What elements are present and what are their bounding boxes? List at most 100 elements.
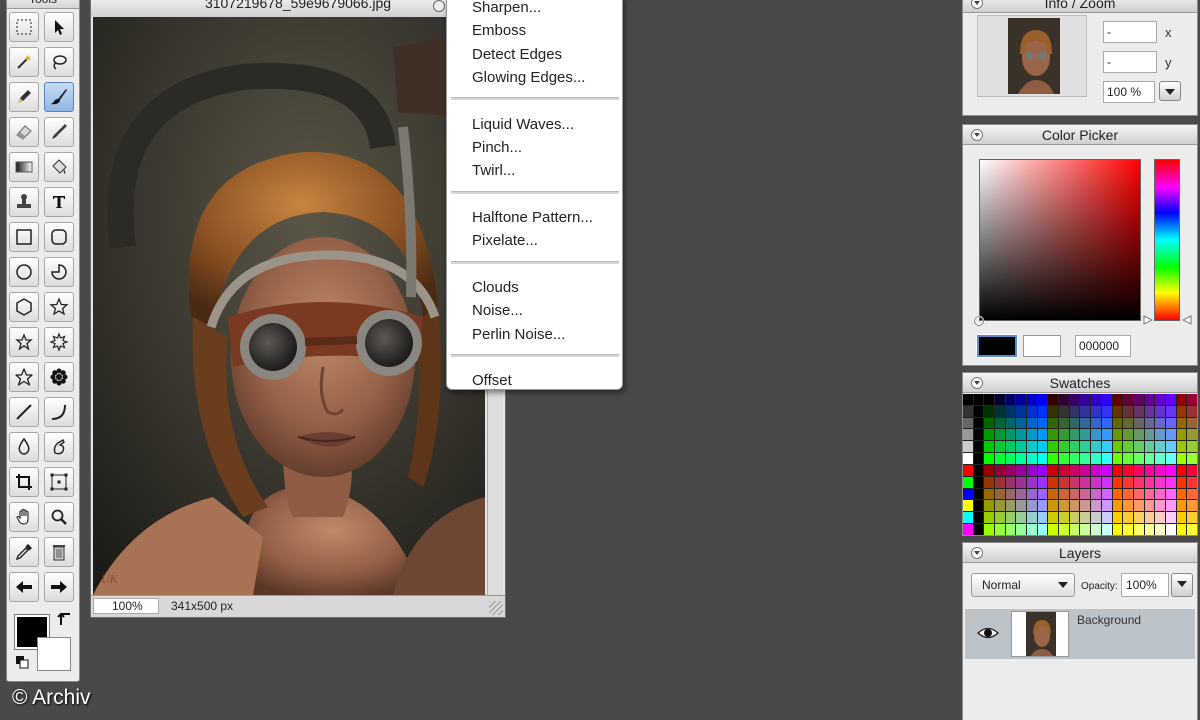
color-swatch[interactable]: [1037, 429, 1048, 441]
color-swatch[interactable]: [1069, 524, 1080, 535]
color-swatch[interactable]: [1016, 524, 1027, 535]
color-swatch[interactable]: [1016, 476, 1027, 488]
color-swatch[interactable]: [1176, 488, 1187, 500]
color-swatch[interactable]: [1155, 524, 1165, 535]
color-swatch[interactable]: [1069, 488, 1080, 500]
color-swatch[interactable]: [1187, 464, 1197, 476]
color-swatch[interactable]: [1165, 512, 1176, 524]
color-swatch[interactable]: [1144, 488, 1155, 500]
redo-tool[interactable]: [44, 572, 74, 602]
color-swatch[interactable]: [1091, 394, 1101, 405]
color-swatch[interactable]: [1069, 429, 1080, 441]
color-swatch[interactable]: [1187, 417, 1197, 429]
color-swatch[interactable]: [984, 476, 995, 488]
color-swatch[interactable]: [973, 524, 984, 535]
color-swatch[interactable]: [1069, 441, 1080, 453]
color-swatch[interactable]: [1005, 453, 1016, 464]
color-swatch[interactable]: [1027, 405, 1037, 417]
color-swatch[interactable]: [1123, 405, 1133, 417]
color-swatch[interactable]: [1165, 488, 1176, 500]
brush-tool[interactable]: [44, 82, 74, 112]
color-swatch[interactable]: [1005, 394, 1016, 405]
color-swatch[interactable]: [1037, 405, 1048, 417]
color-swatch[interactable]: [963, 453, 973, 464]
color-swatch[interactable]: [984, 394, 995, 405]
color-swatch[interactable]: [1112, 429, 1123, 441]
color-swatch[interactable]: [963, 500, 973, 512]
color-swatch[interactable]: [1155, 394, 1165, 405]
color-swatch[interactable]: [1080, 405, 1091, 417]
rounded-rectangle-tool[interactable]: [44, 222, 74, 252]
color-swatch[interactable]: [963, 394, 973, 405]
color-swatch[interactable]: [1059, 464, 1069, 476]
color-swatch[interactable]: [1187, 488, 1197, 500]
color-swatch[interactable]: [984, 464, 995, 476]
color-swatch[interactable]: [1176, 476, 1187, 488]
color-swatch[interactable]: [973, 488, 984, 500]
hue-marker-left-icon[interactable]: [1143, 315, 1153, 325]
color-swatch[interactable]: [1112, 500, 1123, 512]
color-swatch[interactable]: [1048, 453, 1059, 464]
custom-shape-tool[interactable]: [9, 362, 39, 392]
color-swatch[interactable]: [1037, 500, 1048, 512]
color-swatch[interactable]: [1005, 417, 1016, 429]
undo-tool[interactable]: [9, 572, 39, 602]
color-swatch[interactable]: [1101, 512, 1112, 524]
color-swatch[interactable]: [1165, 500, 1176, 512]
color-swatch[interactable]: [1112, 453, 1123, 464]
color-swatch[interactable]: [1155, 453, 1165, 464]
color-swatch[interactable]: [1005, 464, 1016, 476]
color-swatch[interactable]: [1101, 476, 1112, 488]
color-swatch[interactable]: [1048, 488, 1059, 500]
collapse-triangle-icon[interactable]: [971, 377, 983, 389]
color-swatch[interactable]: [1176, 453, 1187, 464]
color-swatch[interactable]: [1123, 453, 1133, 464]
color-swatch[interactable]: [1101, 417, 1112, 429]
color-swatch[interactable]: [1133, 524, 1144, 535]
menu-item-emboss[interactable]: Emboss: [472, 21, 526, 41]
color-swatch[interactable]: [973, 464, 984, 476]
color-swatch[interactable]: [1027, 464, 1037, 476]
hexagon-tool[interactable]: [9, 292, 39, 322]
lasso-tool[interactable]: [44, 47, 74, 77]
color-swatch[interactable]: [1123, 464, 1133, 476]
color-swatch[interactable]: [1059, 429, 1069, 441]
menu-item-sharpen[interactable]: Sharpen...: [472, 0, 541, 18]
color-swatch[interactable]: [1187, 524, 1197, 535]
color-swatch[interactable]: [1144, 500, 1155, 512]
transform-tool[interactable]: [44, 467, 74, 497]
color-swatch[interactable]: [984, 453, 995, 464]
color-swatch[interactable]: [1133, 405, 1144, 417]
color-swatch[interactable]: [1165, 429, 1176, 441]
color-swatch[interactable]: [984, 405, 995, 417]
color-swatch[interactable]: [995, 524, 1005, 535]
color-swatch[interactable]: [1027, 429, 1037, 441]
color-swatch[interactable]: [1112, 512, 1123, 524]
color-swatch[interactable]: [1027, 524, 1037, 535]
color-swatch[interactable]: [1123, 476, 1133, 488]
color-swatch[interactable]: [1080, 394, 1091, 405]
gradient-tool[interactable]: [9, 152, 39, 182]
color-swatch[interactable]: [1080, 488, 1091, 500]
color-swatch[interactable]: [1016, 405, 1027, 417]
menu-item-perlin-noise[interactable]: Perlin Noise...: [472, 325, 565, 345]
color-swatch[interactable]: [1101, 429, 1112, 441]
color-swatch[interactable]: [995, 394, 1005, 405]
color-swatch[interactable]: [1048, 429, 1059, 441]
color-swatch[interactable]: [1123, 488, 1133, 500]
color-swatch[interactable]: [1144, 453, 1155, 464]
color-swatch[interactable]: [963, 488, 973, 500]
color-swatch[interactable]: [1048, 417, 1059, 429]
color-swatch[interactable]: [1048, 476, 1059, 488]
color-swatch[interactable]: [1005, 476, 1016, 488]
color-swatch[interactable]: [995, 512, 1005, 524]
color-swatch[interactable]: [1133, 476, 1144, 488]
color-swatch[interactable]: [1005, 488, 1016, 500]
menu-item-offset[interactable]: Offset: [472, 371, 512, 391]
color-swatch[interactable]: [973, 441, 984, 453]
star-outline-tool[interactable]: [9, 327, 39, 357]
zoom-tool[interactable]: [44, 502, 74, 532]
color-swatch[interactable]: [1112, 524, 1123, 535]
color-swatch[interactable]: [1091, 441, 1101, 453]
color-swatch[interactable]: [1133, 500, 1144, 512]
